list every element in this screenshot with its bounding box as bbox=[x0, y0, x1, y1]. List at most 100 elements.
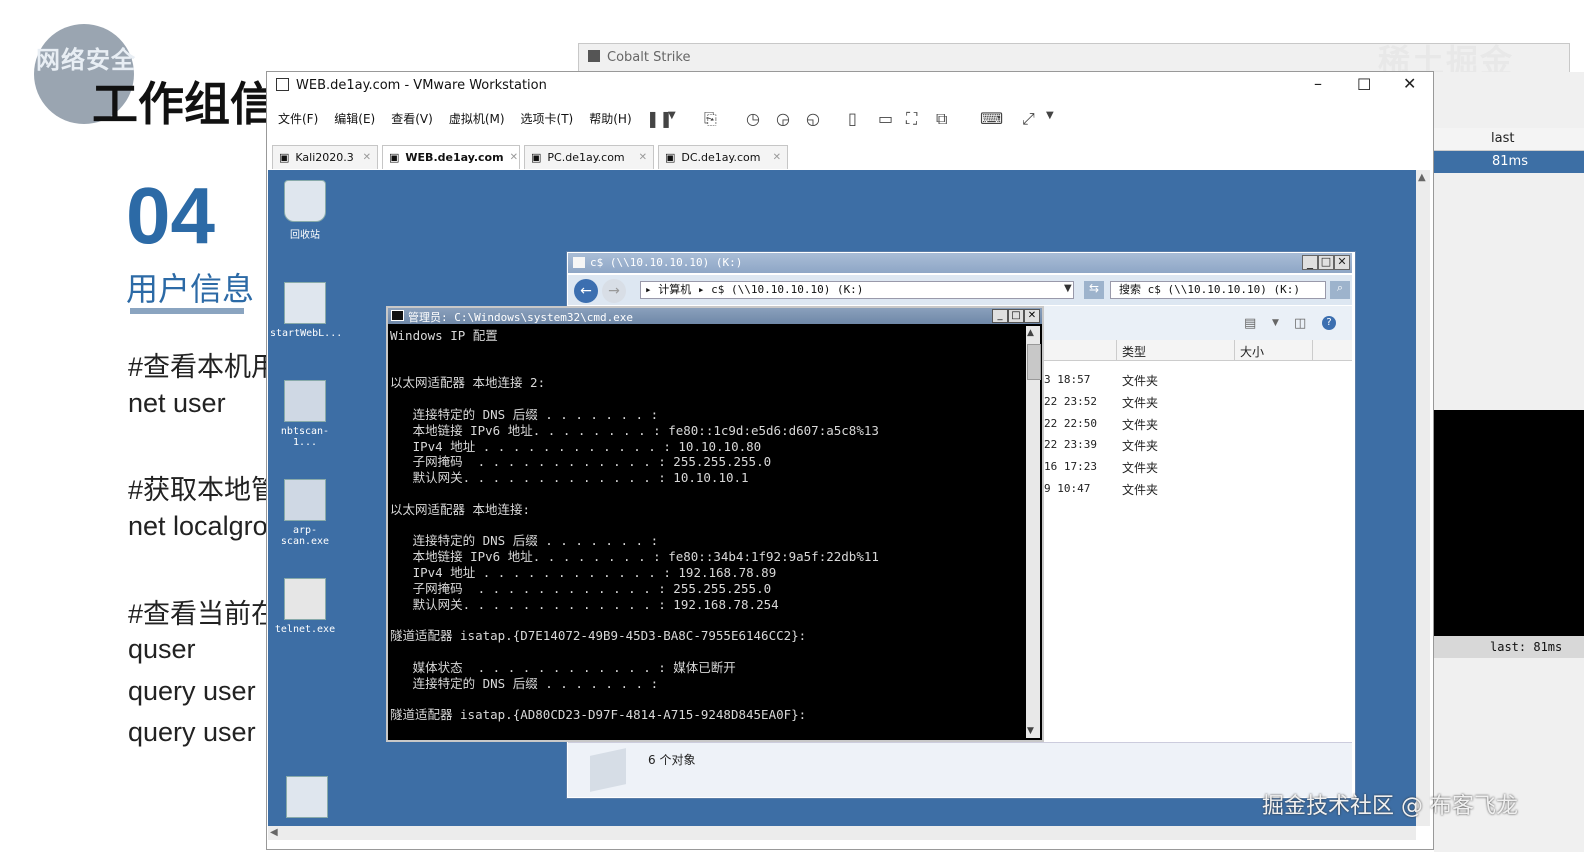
cmd-line: 连接特定的 DNS 后缀 . . . . . . . : bbox=[390, 406, 659, 422]
snapshot-manager-icon[interactable]: ◵ bbox=[806, 109, 820, 128]
file-row[interactable]: 22 22:50 文件夹 bbox=[1044, 415, 1350, 435]
console-icon[interactable]: ⌨ bbox=[980, 109, 1003, 128]
maximize-button[interactable]: □ bbox=[1008, 309, 1024, 323]
revert-snapshot-icon[interactable]: ◶ bbox=[776, 109, 790, 128]
vm-icon: ▣ bbox=[389, 151, 400, 164]
magnifier-icon[interactable] bbox=[286, 776, 328, 818]
minimize-button[interactable]: _ bbox=[1302, 255, 1318, 270]
desktop-icon-telnet[interactable]: telnet.exe bbox=[270, 578, 340, 635]
file-date: 22 23:39 bbox=[1044, 438, 1097, 452]
file-date: 22 23:52 bbox=[1044, 394, 1097, 408]
chevron-down-icon[interactable]: ▼ bbox=[1064, 283, 1072, 294]
vmware-title: WEB.de1ay.com - VMware Workstation bbox=[296, 78, 547, 93]
scroll-down-icon[interactable]: ▼ bbox=[1027, 726, 1034, 736]
minimize-button[interactable]: _ bbox=[992, 309, 1008, 323]
stretch-icon[interactable]: ⤢ bbox=[1022, 109, 1035, 129]
executable-icon bbox=[284, 479, 326, 521]
beacon-console[interactable] bbox=[1434, 410, 1584, 636]
unity-icon[interactable]: ⧉ bbox=[936, 109, 947, 129]
close-icon[interactable]: ✕ bbox=[510, 152, 518, 163]
vmware-app-icon bbox=[276, 78, 289, 91]
menu-file[interactable]: 文件(F) bbox=[278, 110, 318, 127]
refresh-icon[interactable]: ⇆ bbox=[1084, 281, 1104, 299]
desktop-icon-startweblogic[interactable]: startWebL... bbox=[270, 282, 342, 339]
cmd-title: 管理员: C:\Windows\system32\cmd.exe bbox=[408, 311, 634, 324]
column-last[interactable]: last bbox=[1491, 131, 1514, 146]
folder-icon bbox=[573, 257, 585, 268]
cmd-line: 隧道适配器 isatap.{D7E14072-49B9-45D3-BA8C-79… bbox=[390, 628, 807, 644]
desktop-icon-label: 回收站 bbox=[290, 230, 320, 241]
sidebar-toggle-icon[interactable]: ▯ bbox=[848, 109, 857, 128]
back-button[interactable]: ← bbox=[574, 279, 598, 303]
desktop-icon-arp-scan[interactable]: arp-scan.exe bbox=[270, 479, 340, 547]
chevron-down-icon[interactable]: ▼ bbox=[668, 110, 676, 121]
scroll-up-icon[interactable]: ▲ bbox=[1418, 172, 1426, 183]
address-bar[interactable]: ▸ 计算机 ▸ c$ (\\10.10.10.10) (K:) bbox=[640, 281, 1074, 299]
close-icon[interactable]: ✕ bbox=[363, 152, 371, 163]
cmd-line: 子网掩码 . . . . . . . . . . . . : 255.255.2… bbox=[390, 580, 772, 596]
tab-pc[interactable]: ▣ PC.de1ay.com ✕ bbox=[524, 145, 654, 169]
menu-help[interactable]: 帮助(H) bbox=[589, 110, 631, 127]
minimize-button[interactable]: – bbox=[1314, 74, 1322, 93]
scroll-up-icon[interactable]: ▲ bbox=[1027, 328, 1034, 338]
file-row[interactable]: 9 10:47 文件夹 bbox=[1044, 480, 1350, 500]
file-date: 9 10:47 bbox=[1044, 482, 1091, 495]
chevron-down-icon[interactable]: ▼ bbox=[1272, 318, 1279, 328]
send-keys-icon[interactable]: ⎘ bbox=[704, 109, 717, 129]
cmd-output[interactable]: Windows IP 配置 以太网适配器 本地连接 2: 连接特定的 DNS 后缀… bbox=[390, 328, 1024, 738]
column-type[interactable]: 类型 bbox=[1122, 343, 1146, 360]
close-button[interactable]: ✕ bbox=[1334, 255, 1350, 270]
search-icon[interactable]: ⌕ bbox=[1330, 281, 1350, 299]
file-row[interactable]: 22 23:39 文件夹 bbox=[1044, 436, 1350, 456]
menu-tabs[interactable]: 选项卡(T) bbox=[521, 110, 574, 127]
vertical-scrollbar[interactable] bbox=[1026, 326, 1040, 738]
search-input[interactable]: 搜索 c$ (\\10.10.10.10) (K:) bbox=[1110, 281, 1326, 299]
desktop-icon-recycle-bin[interactable]: 回收站 bbox=[270, 180, 340, 241]
snapshot-icon[interactable]: ◷ bbox=[746, 109, 760, 128]
file-row[interactable]: 3 18:57 文件夹 bbox=[1044, 371, 1350, 391]
cmd-line: 默认网关. . . . . . . . . . . . . : 10.10.10… bbox=[390, 470, 749, 486]
chevron-down-icon[interactable]: ▼ bbox=[1046, 110, 1054, 121]
forward-button[interactable]: → bbox=[602, 279, 626, 303]
menu-vm[interactable]: 虚拟机(M) bbox=[449, 110, 505, 127]
close-button[interactable]: ✕ bbox=[1403, 74, 1416, 93]
beacon-last-value: 81ms bbox=[1492, 154, 1528, 169]
thumbnail-bar-icon[interactable]: ▭ bbox=[878, 109, 893, 128]
close-icon[interactable]: ✕ bbox=[639, 152, 647, 163]
help-icon[interactable]: ? bbox=[1322, 316, 1336, 330]
tab-web[interactable]: ▣ WEB.de1ay.com ✕ bbox=[382, 145, 520, 169]
preview-pane-icon[interactable]: ◫ bbox=[1294, 316, 1306, 331]
cmd-line: IPv4 地址 . . . . . . . . . . . . : 192.16… bbox=[390, 564, 777, 580]
executable-icon bbox=[284, 380, 326, 422]
maximize-button[interactable]: ☐ bbox=[1357, 75, 1371, 94]
tab-label: WEB.de1ay.com bbox=[405, 151, 504, 164]
vertical-scrollbar[interactable] bbox=[1416, 170, 1430, 826]
file-row[interactable]: 22 23:52 文件夹 bbox=[1044, 393, 1350, 413]
column-size[interactable]: 大小 bbox=[1240, 343, 1264, 360]
scroll-left-icon[interactable]: ◀ bbox=[270, 827, 278, 838]
vm-icon: ▣ bbox=[531, 151, 542, 164]
file-row[interactable]: 16 17:23 文件夹 bbox=[1044, 458, 1350, 478]
maximize-button[interactable]: □ bbox=[1318, 255, 1334, 270]
horizontal-scrollbar[interactable] bbox=[268, 826, 1416, 840]
slide-line: net user bbox=[128, 388, 226, 418]
tab-dc[interactable]: ▣ DC.de1ay.com ✕ bbox=[658, 145, 788, 169]
desktop-icon-label: telnet.exe bbox=[274, 624, 336, 635]
menu-view[interactable]: 查看(V) bbox=[391, 110, 433, 127]
shortcut-icon bbox=[284, 282, 326, 324]
tab-kali[interactable]: ▣ Kali2020.3 ✕ bbox=[272, 145, 378, 169]
slide-line: quser bbox=[128, 634, 196, 664]
close-button[interactable]: ✕ bbox=[1024, 309, 1040, 323]
cobalt-strike-icon bbox=[588, 50, 600, 62]
network-drive-icon bbox=[590, 748, 626, 792]
menu-edit[interactable]: 编辑(E) bbox=[334, 110, 375, 127]
fullscreen-icon[interactable]: ⛶ bbox=[906, 109, 917, 129]
column-divider bbox=[1234, 340, 1235, 360]
tab-label: PC.de1ay.com bbox=[547, 151, 625, 164]
computer-icon bbox=[284, 578, 326, 620]
scrollbar-thumb[interactable] bbox=[1027, 344, 1041, 380]
close-icon[interactable]: ✕ bbox=[773, 152, 781, 163]
view-options-icon[interactable]: ▤ bbox=[1244, 316, 1256, 331]
cmd-line bbox=[390, 391, 1024, 407]
desktop-icon-nbtscan[interactable]: nbtscan-1... bbox=[270, 380, 340, 448]
